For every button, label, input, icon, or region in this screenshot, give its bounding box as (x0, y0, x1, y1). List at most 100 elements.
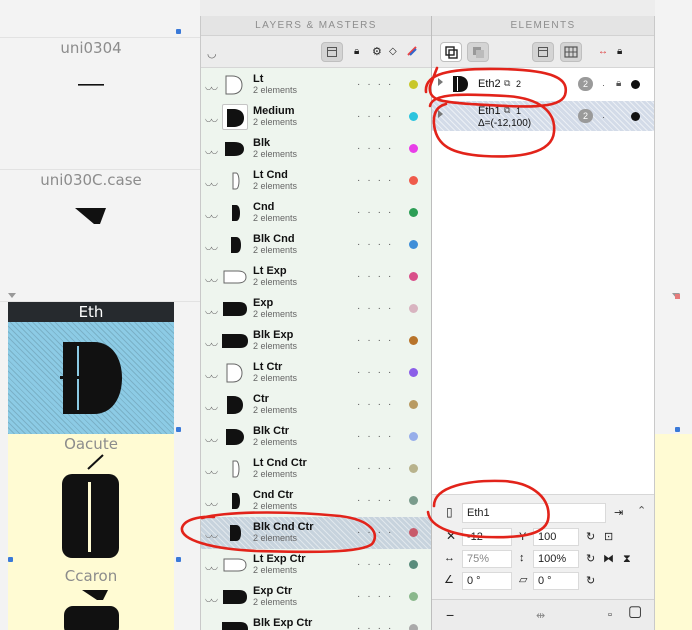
layer-row[interactable]: ◡◡ Medium 2 elements ···· (201, 101, 431, 133)
lock-icon[interactable]: 🔒︎ (354, 46, 359, 58)
layer-row[interactable]: ◡◡ Lt Cnd 2 elements ···· (201, 165, 431, 197)
element-copy-button[interactable] (467, 42, 489, 62)
rotate-icon[interactable]: ↻ (586, 552, 595, 566)
glyph-cell-eth[interactable]: Eth (8, 302, 174, 434)
remove-element-button[interactable]: − (446, 608, 454, 622)
visibility-dot[interactable] (631, 80, 640, 89)
collapse-triangle-icon[interactable] (8, 293, 16, 298)
closed-eye-icon[interactable]: ◡◡ (205, 306, 218, 315)
layer-color-dot[interactable] (409, 560, 418, 569)
closed-eye-icon[interactable]: ◡◡ (205, 498, 218, 507)
layer-option-dots[interactable]: ···· (357, 367, 398, 378)
tag-icon[interactable]: ◇ (389, 46, 397, 58)
layer-option-dots[interactable]: ···· (357, 431, 398, 442)
layer-option-dots[interactable]: ···· (357, 239, 398, 250)
layer-color-dot[interactable] (409, 528, 418, 537)
layer-option-dots[interactable]: ···· (357, 303, 398, 314)
element-row-eth1[interactable]: Eth1 ⧉ 1 Δ=(-12,100) 2 · (432, 101, 654, 131)
gear-icon[interactable]: ⚙ (372, 46, 382, 58)
layer-option-dots[interactable]: ···· (357, 399, 398, 410)
closed-eye-icon[interactable]: ◡◡ (205, 594, 218, 603)
layer-view-button[interactable] (321, 42, 343, 62)
expand-arrow-icon[interactable] (438, 78, 443, 86)
layer-option-dots[interactable]: ···· (357, 495, 398, 506)
jump-to-icon[interactable]: ⇥ (614, 506, 623, 520)
layer-color-dot[interactable] (409, 176, 418, 185)
layer-row[interactable]: ◡◡ Lt Ctr 2 elements ···· (201, 357, 431, 389)
closed-eye-icon[interactable]: ◡◡ (205, 370, 218, 379)
glyph-cell-ccaron[interactable]: Ccaron (8, 566, 174, 630)
layer-color-dot[interactable] (409, 432, 418, 441)
layer-option-dots[interactable]: ···· (357, 175, 398, 186)
layer-color-dot[interactable] (409, 464, 418, 473)
layer-row[interactable]: ◡◡ Exp 2 elements ···· (201, 293, 431, 325)
large-square-icon[interactable]: ▢ (628, 604, 642, 619)
layer-color-dot[interactable] (409, 400, 418, 409)
skew-field[interactable]: 0 ° (533, 572, 579, 590)
layer-option-dots[interactable]: ···· (357, 463, 398, 474)
closed-eye-icon[interactable]: ◡◡ (205, 242, 218, 251)
layer-color-dot[interactable] (409, 144, 418, 153)
layer-row[interactable]: ◡◡ Cnd 2 elements ···· (201, 197, 431, 229)
chevron-up-icon[interactable]: ⌃ (637, 504, 646, 518)
glyph-grid[interactable]: uni0304 uni030C.case Eth Oacute Ccaron (0, 0, 200, 630)
layer-row[interactable]: ◡◡ Lt Exp 2 elements ···· (201, 261, 431, 293)
layer-option-dots[interactable]: ···· (357, 335, 398, 346)
layer-color-dot[interactable] (409, 80, 418, 89)
closed-eye-icon[interactable]: ◡◡ (205, 626, 218, 630)
y-position-field[interactable]: 100 (533, 528, 579, 546)
x-position-field[interactable]: -12 (462, 528, 512, 546)
closed-eye-icon[interactable]: ◡◡ (205, 274, 218, 283)
eye-toggle-icon[interactable]: ◡ (207, 48, 217, 60)
visibility-dot[interactable] (631, 112, 640, 121)
layer-color-dot[interactable] (409, 624, 418, 630)
element-view-button[interactable] (532, 42, 554, 62)
angle-field[interactable]: 0 ° (462, 572, 512, 590)
element-select-button[interactable] (440, 42, 462, 62)
layer-option-dots[interactable]: ···· (357, 271, 398, 282)
width-scale-field[interactable]: 75% (462, 550, 512, 568)
glyph-cell-uni0304[interactable]: uni0304 (8, 38, 174, 162)
element-name-field[interactable]: Eth1 (462, 503, 606, 523)
layer-option-dots[interactable]: ···· (357, 591, 398, 602)
flip-horizontal-icon[interactable]: ⧓ (603, 552, 614, 566)
height-scale-field[interactable]: 100% (533, 550, 579, 568)
color-palette-icon[interactable] (407, 46, 417, 60)
small-square-icon[interactable]: ▫ (608, 608, 612, 622)
layer-row[interactable]: ◡◡ Blk Exp 2 elements ···· (201, 325, 431, 357)
layer-row[interactable]: ◡◡ Blk Cnd 2 elements ···· (201, 229, 431, 261)
layer-row[interactable]: ◡◡ Exp Ctr 2 elements ···· (201, 581, 431, 613)
layer-color-dot[interactable] (409, 496, 418, 505)
layer-color-dot[interactable] (409, 208, 418, 217)
layer-row[interactable]: ◡◡ Lt 2 elements ···· (201, 69, 431, 101)
layer-row[interactable]: ◡◡ Lt Exp Ctr 2 elements ···· (201, 549, 431, 581)
closed-eye-icon[interactable]: ◡◡ (205, 562, 218, 571)
closed-eye-icon[interactable]: ◡◡ (205, 466, 218, 475)
layer-color-dot[interactable] (409, 304, 418, 313)
layer-row[interactable]: ◡◡Blk Exp Ctr2 elements···· (201, 613, 431, 630)
closed-eye-icon[interactable]: ◡◡ (205, 210, 218, 219)
layer-option-dots[interactable]: ···· (357, 527, 398, 538)
rotate-icon[interactable]: ↻ (586, 574, 595, 588)
layer-row[interactable]: ◡◡ Blk Cnd Ctr 2 elements ···· (201, 517, 431, 549)
glyph-cell-oacute[interactable]: Oacute (8, 434, 174, 566)
layer-color-dot[interactable] (409, 368, 418, 377)
lock-icon[interactable]: 🔒︎ (616, 78, 621, 89)
closed-eye-icon[interactable]: ◡◡ (205, 82, 218, 91)
closed-eye-icon[interactable]: ◡◡ (205, 178, 218, 187)
flip-vertical-icon[interactable]: ⧗ (623, 552, 631, 566)
layer-row[interactable]: ◡◡ Cnd Ctr 2 elements ···· (201, 485, 431, 517)
glyph-cell-uni030C-case[interactable]: uni030C.case (8, 170, 174, 294)
swap-arrows-icon[interactable]: ↔ (598, 46, 608, 58)
layer-row[interactable]: ◡◡ Blk 2 elements ···· (201, 133, 431, 165)
layer-row[interactable]: ◡◡ Lt Cnd Ctr 2 elements ···· (201, 453, 431, 485)
layer-option-dots[interactable]: ···· (357, 207, 398, 218)
layer-option-dots[interactable]: ···· (357, 623, 398, 630)
layer-color-dot[interactable] (409, 240, 418, 249)
closed-eye-icon[interactable]: ◡◡ (205, 338, 218, 347)
layer-row[interactable]: ◡◡ Blk Ctr 2 elements ···· (201, 421, 431, 453)
layer-option-dots[interactable]: ···· (357, 79, 398, 90)
closed-eye-icon[interactable]: ◡◡ (205, 146, 218, 155)
layer-option-dots[interactable]: ···· (357, 143, 398, 154)
layer-color-dot[interactable] (409, 272, 418, 281)
